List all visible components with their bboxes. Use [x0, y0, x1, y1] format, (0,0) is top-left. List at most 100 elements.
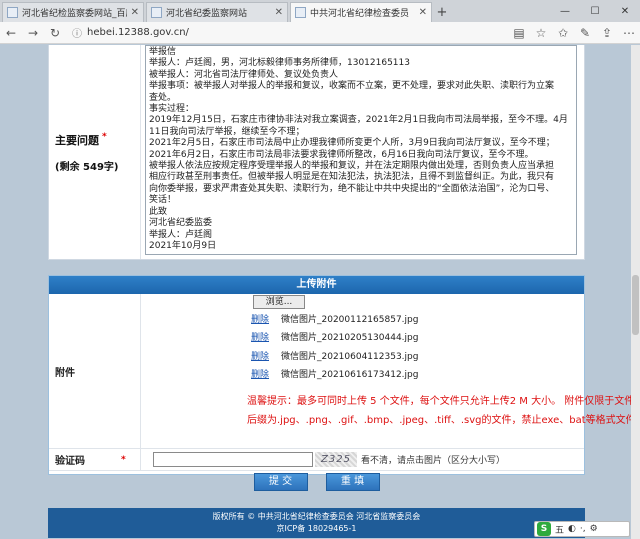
- more-icon[interactable]: ⋯: [618, 26, 640, 40]
- captcha-row: 验证码 * Z325 看不清，请点击图片（区分大小写）: [49, 449, 584, 471]
- problem-text-line: 举报人：卢廷阁: [149, 229, 213, 240]
- submit-button[interactable]: 提 交: [253, 473, 308, 491]
- favicon-icon: [295, 7, 306, 18]
- browser-tab-1[interactable]: 河北省纪检监察委网站_百度 ✕: [2, 2, 144, 22]
- captcha-body: Z325 看不清，请点击图片（区分大小写）: [141, 449, 584, 470]
- back-icon[interactable]: ←: [0, 26, 22, 40]
- close-tab-icon[interactable]: ✕: [275, 7, 283, 18]
- problem-text-line: 2021年6月2日，石家庄市司法局非法要求我律师所整改，6月16日我向司法厅复议…: [149, 149, 534, 160]
- window-controls: — ☐ ✕: [550, 0, 640, 22]
- delete-link[interactable]: 删除: [251, 312, 281, 325]
- upload-header: 上传附件: [49, 276, 584, 294]
- problem-text-line: 举报信: [149, 47, 177, 57]
- browse-button[interactable]: 浏览...: [253, 295, 305, 309]
- reading-view-icon[interactable]: ▤: [508, 26, 530, 40]
- toolbar-icons: ▤ ☆ ✩ ✎ ⇪ ⋯: [508, 26, 640, 40]
- remaining-chars: (剩余 549字): [55, 161, 119, 173]
- upload-tip-line: 温馨提示：最多可同时上传 5 个文件，每个文件只允许上传2 M 大小。 附件仅限…: [247, 396, 640, 407]
- captcha-label: 验证码: [55, 456, 85, 467]
- problem-text-line: 河北省纪委监委: [149, 218, 213, 229]
- browser-tab-3[interactable]: 中共河北省纪律检查委员 ✕: [290, 2, 432, 22]
- form-buttons: 提 交 重 填: [48, 473, 585, 491]
- required-mark: *: [102, 131, 107, 142]
- attachment-label: 附件: [49, 294, 141, 448]
- problem-text-line: 查处。: [149, 92, 177, 103]
- problem-text-line: 事实过程：: [149, 104, 195, 115]
- minimize-icon[interactable]: —: [550, 6, 580, 17]
- problem-text-line: 向你委举报，要求严肃查处其失职、渎职行为，绝不能让中共中央提出的“全面依法治国”…: [149, 183, 555, 194]
- ime-logo-icon: S: [537, 522, 551, 536]
- problem-text-line: 举报事项：被举报人对举报人的举报和复议，收案而不立案，更不处理，要求对此失职、渎…: [149, 81, 555, 92]
- problem-text-line: 笑话！: [149, 195, 177, 206]
- problem-text-line: 11日我向司法厅举报，继续至今不理；: [149, 126, 305, 137]
- url-text: hebei.12388.gov.cn/: [87, 27, 189, 38]
- upload-tip-line: 后缀为.jpg、.png、.gif、.bmp、.jpeg、.tiff、.svg的…: [247, 415, 640, 426]
- favicon-icon: [151, 7, 162, 18]
- address-bar-row: ← → ↻ ⓘ hebei.12388.gov.cn/ ▤ ☆ ✩ ✎ ⇪ ⋯: [0, 22, 640, 44]
- tab-label: 中共河北省纪律检查委员: [310, 9, 410, 19]
- file-name: 微信图片_20200112165857.jpg: [281, 315, 419, 325]
- file-item: 删除 微信图片_20210616173412.jpg: [251, 367, 491, 380]
- attachment-body: 浏览... 删除 微信图片_20200112165857.jpg 删除 微信图片…: [141, 294, 640, 448]
- ime-punct-icon[interactable]: ◐: [568, 524, 576, 534]
- captcha-label-cell: 验证码 *: [49, 449, 141, 470]
- ime-mode[interactable]: 五: [555, 523, 564, 536]
- problem-text-line: 相应行政甚至刑事责任。但被举报人明显是在知法犯法，执法犯法，且得不到监督纠正。为…: [149, 172, 555, 183]
- favorites-icon[interactable]: ✩: [552, 26, 574, 40]
- reset-button[interactable]: 重 填: [325, 473, 380, 491]
- forward-icon[interactable]: →: [22, 26, 44, 40]
- favicon-icon: [7, 7, 18, 18]
- scrollbar-thumb[interactable]: [632, 275, 639, 335]
- notes-icon[interactable]: ✎: [574, 26, 596, 40]
- captcha-hint[interactable]: 看不清，请点击图片（区分大小写）: [361, 453, 505, 466]
- page-info-icon[interactable]: ⓘ: [72, 25, 82, 40]
- upload-section: 上传附件 附件 浏览... 删除 微信图片_20200112165857.jpg…: [48, 275, 640, 475]
- file-item: 删除 微信图片_20210604112353.jpg: [251, 349, 491, 362]
- close-tab-icon[interactable]: ✕: [131, 7, 139, 18]
- tab-label: 河北省纪委监察网站: [166, 9, 248, 19]
- upload-tip: 温馨提示：最多可同时上传 5 个文件，每个文件只允许上传2 M 大小。 附件仅限…: [247, 392, 640, 430]
- delete-link[interactable]: 删除: [251, 367, 281, 380]
- page-scrollbar[interactable]: [631, 45, 640, 539]
- problem-textarea-cell: 举报信 举报人：卢廷阁，男，河北标毅律师事务所律师，13012165113 被举报人…: [141, 45, 584, 259]
- problem-text-line: 举报人：卢廷阁，男，河北标毅律师事务所律师，13012165113: [149, 58, 410, 69]
- ime-symbols[interactable]: ·,: [580, 524, 586, 534]
- main-problem-section: 主要问题 * (剩余 549字) 举报信 举报人：卢廷阁，男，河北标毅律师事务所律师…: [48, 45, 585, 260]
- file-name: 微信图片_20210205130444.jpg: [281, 333, 419, 343]
- captcha-image[interactable]: Z325: [315, 452, 357, 467]
- ime-toolbar[interactable]: S 五 ◐ ·, ⚙: [534, 521, 630, 537]
- file-name: 微信图片_20210616173412.jpg: [281, 370, 419, 380]
- problem-text-line: 2021年2月5日，石家庄市司法局中止办理我律师所变更个人所，3月9日我向司法厅…: [149, 138, 555, 149]
- footer-copyright: 版权所有 © 中共河北省纪律检查委员会 河北省监察委员会: [212, 512, 421, 521]
- main-problem-label-cell: 主要问题 * (剩余 549字): [49, 45, 141, 259]
- close-tab-icon[interactable]: ✕: [419, 7, 427, 18]
- problem-textarea[interactable]: 举报信 举报人：卢廷阁，男，河北标毅律师事务所律师，13012165113 被举报人…: [145, 45, 577, 255]
- attachment-row: 附件 浏览... 删除 微信图片_20200112165857.jpg 删除 微…: [49, 294, 640, 449]
- page-viewport: 主要问题 * (剩余 549字) 举报信 举报人：卢廷阁，男，河北标毅律师事务所律师…: [0, 45, 640, 539]
- share-icon[interactable]: ⇪: [596, 26, 618, 40]
- favorite-star-icon[interactable]: ☆: [530, 26, 552, 40]
- captcha-input[interactable]: [153, 452, 313, 467]
- maximize-icon[interactable]: ☐: [580, 6, 610, 17]
- file-item: 删除 微信图片_20200112165857.jpg: [251, 312, 491, 325]
- problem-text-line: 此致: [149, 206, 168, 217]
- problem-text-line: 被举报人依法应按规定程序受理举报人的举报和复议，并在法定期限内做出处理，否则负责…: [149, 161, 555, 172]
- file-name: 微信图片_20210604112353.jpg: [281, 352, 419, 362]
- window-close-icon[interactable]: ✕: [610, 6, 640, 17]
- main-problem-label: 主要问题: [55, 133, 99, 147]
- file-item: 删除 微信图片_20210205130444.jpg: [251, 330, 491, 343]
- new-tab-icon[interactable]: +: [432, 2, 452, 22]
- ime-settings-icon[interactable]: ⚙: [590, 524, 598, 534]
- browser-tab-2[interactable]: 河北省纪委监察网站 ✕: [146, 2, 288, 22]
- url-field[interactable]: ⓘ hebei.12388.gov.cn/: [72, 24, 508, 42]
- required-mark: *: [121, 454, 126, 465]
- browser-tab-bar: 河北省纪检监察委网站_百度 ✕ 河北省纪委监察网站 ✕ 中共河北省纪律检查委员 …: [0, 0, 640, 22]
- delete-link[interactable]: 删除: [251, 330, 281, 343]
- problem-text-line: 2021年10月9日: [149, 240, 217, 251]
- refresh-icon[interactable]: ↻: [44, 26, 66, 40]
- footer-icp[interactable]: 京ICP备 18029465-1: [48, 523, 585, 535]
- problem-text-line: 2019年12月15日，石家庄市律协非法对我立案调查，2021年2月1日我向市司…: [149, 115, 568, 126]
- page-footer: 版权所有 © 中共河北省纪律检查委员会 河北省监察委员会 京ICP备 18029…: [48, 508, 585, 538]
- problem-text-line: 被举报人：河北省司法厅律师处、复议处负责人: [149, 69, 339, 80]
- delete-link[interactable]: 删除: [251, 349, 281, 362]
